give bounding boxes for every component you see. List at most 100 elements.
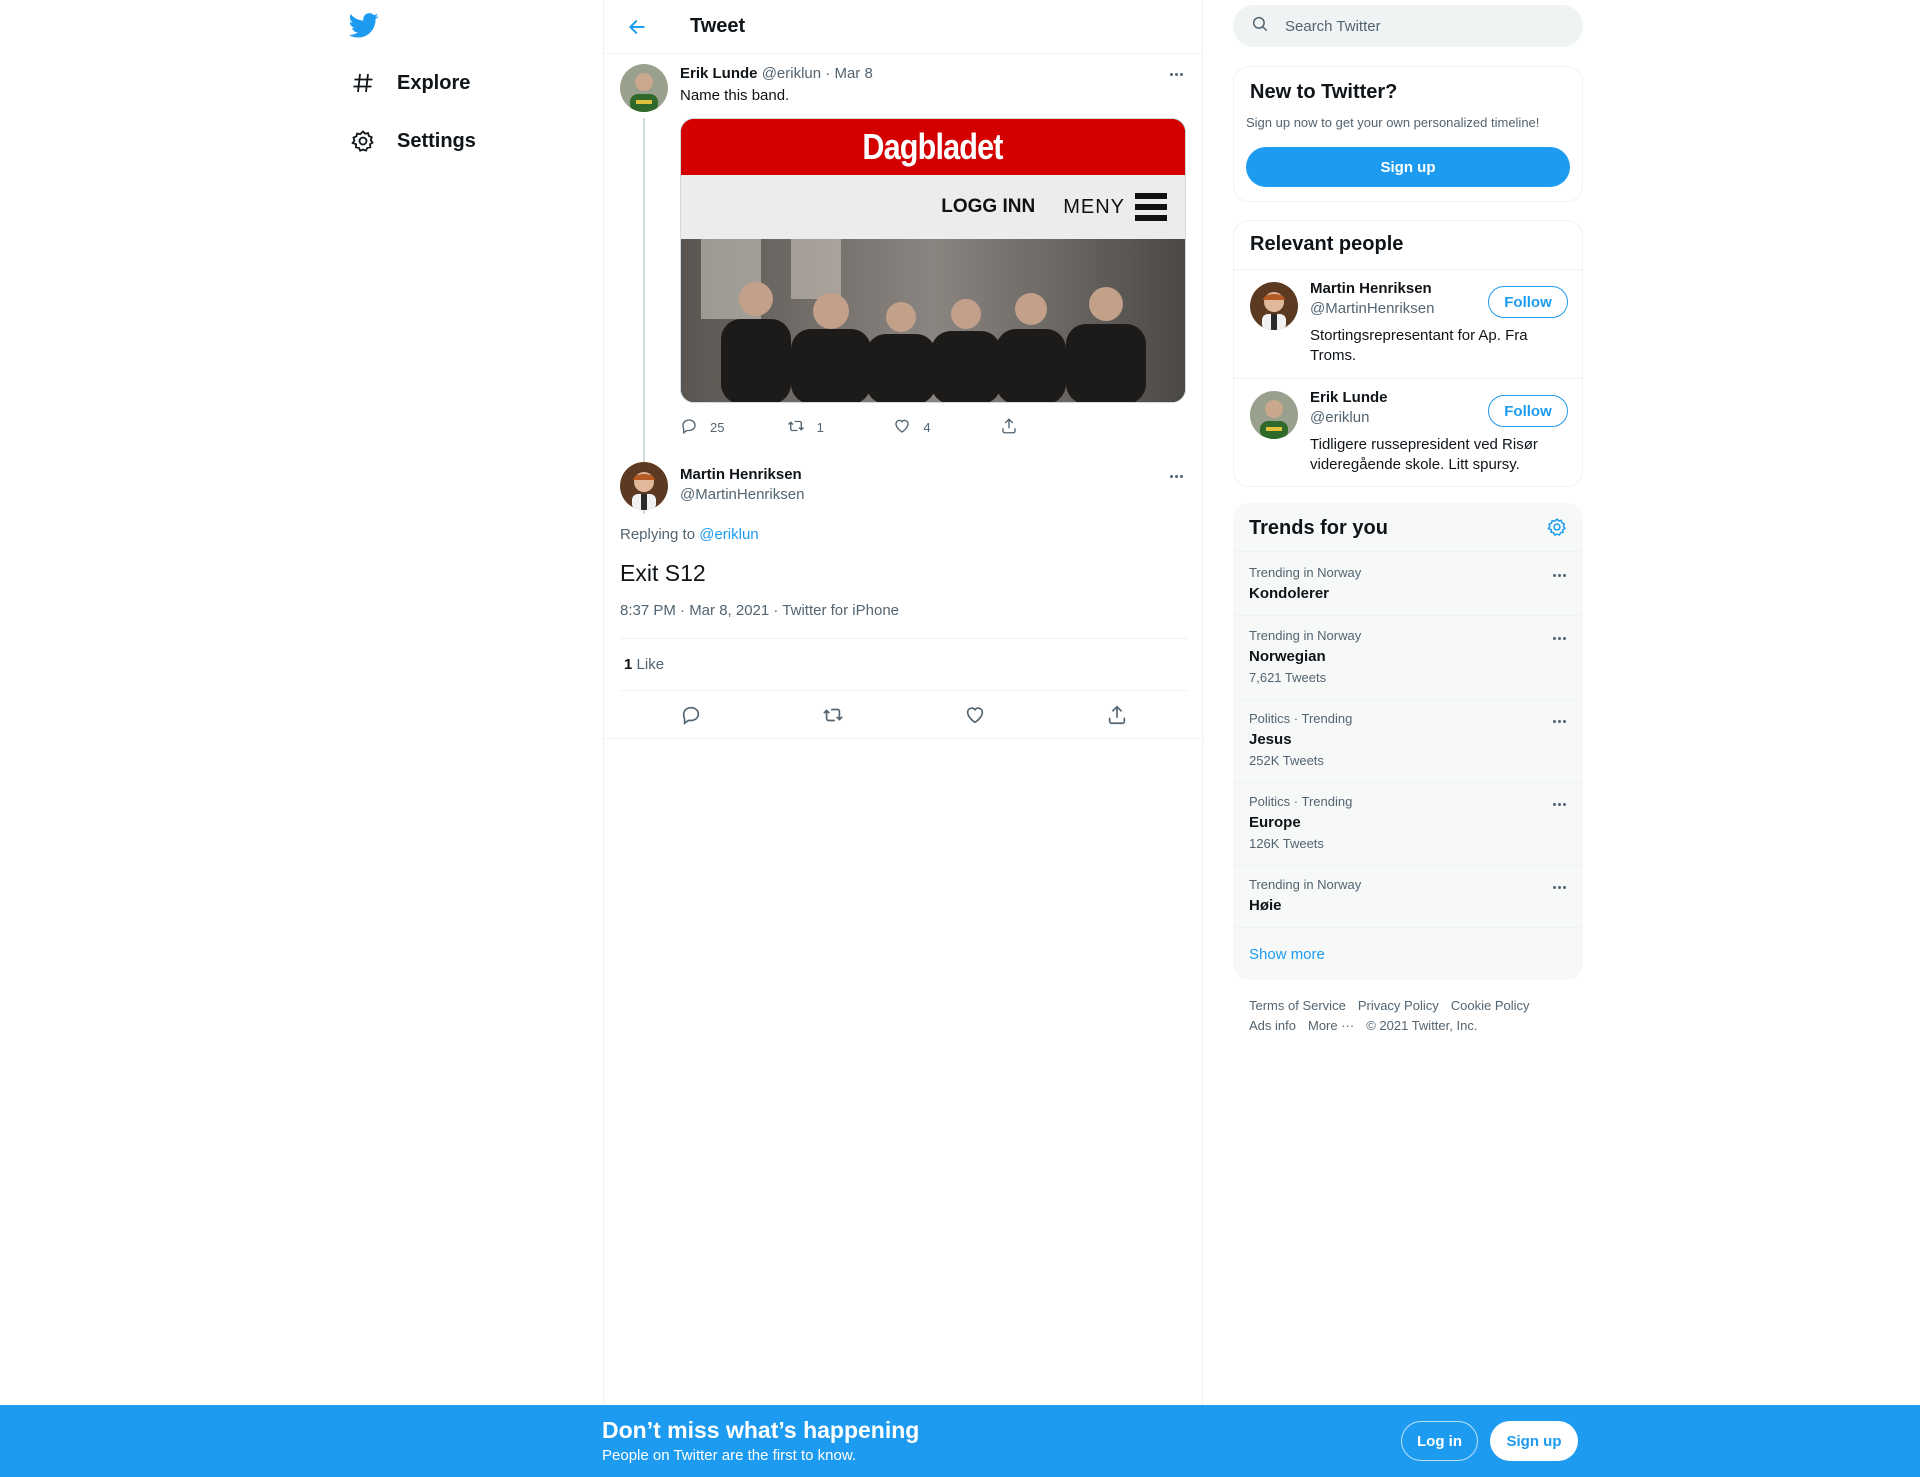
sign-up-button[interactable]: Sign up <box>1246 147 1570 187</box>
tweet-date[interactable]: Mar 8 <box>834 65 872 82</box>
divider <box>1234 269 1582 270</box>
follow-button[interactable]: Follow <box>1488 286 1568 318</box>
follow-button[interactable]: Follow <box>1488 395 1568 427</box>
avatar[interactable] <box>620 462 668 510</box>
trend-name: Jesus <box>1249 731 1292 748</box>
log-in-button[interactable]: Log in <box>1401 1421 1478 1461</box>
heart-icon[interactable] <box>964 704 986 731</box>
tweet-media-image[interactable]: Dagbladet LOGG INN MENY <box>680 118 1186 403</box>
trend-item[interactable]: Trending in Norway Norwegian 7,621 Tweet… <box>1233 616 1583 699</box>
more-options-icon[interactable] <box>1547 711 1571 731</box>
more-options-icon[interactable] <box>1164 466 1188 486</box>
tweet-timestamp[interactable]: 8:37 PM · Mar 8, 2021 · Twitter for iPho… <box>620 602 899 619</box>
author-name[interactable]: Erik Lunde <box>680 65 758 82</box>
trend-count: 7,621 Tweets <box>1249 670 1327 685</box>
hashtag-icon <box>349 69 377 97</box>
card-title: New to Twitter? <box>1250 81 1398 103</box>
nav-item-explore[interactable]: Explore <box>349 61 470 105</box>
footer-link[interactable]: Ads info <box>1249 1018 1296 1033</box>
nav-label-explore: Explore <box>397 71 471 94</box>
more-options-icon[interactable] <box>1547 565 1571 585</box>
search-placeholder: Search Twitter <box>1285 17 1381 35</box>
tweet-actions <box>620 704 1188 731</box>
footer-link[interactable]: Privacy Policy <box>1358 998 1439 1013</box>
card-title: Relevant people <box>1250 233 1404 255</box>
person-handle[interactable]: @MartinHenriksen <box>1310 300 1434 317</box>
person-name[interactable]: Martin Henriksen <box>1310 280 1432 297</box>
divider <box>620 638 1188 639</box>
share-icon <box>1000 417 1018 438</box>
reply-icon <box>680 417 698 438</box>
card-subtitle: Sign up now to get your own personalized… <box>1246 115 1540 130</box>
hamburger-icon <box>1135 193 1167 221</box>
gear-icon[interactable] <box>1547 517 1567 542</box>
like-stat-label: Like <box>636 656 665 673</box>
footer-link[interactable]: More ··· <box>1308 1018 1354 1033</box>
more-options-icon[interactable] <box>1547 628 1571 648</box>
trend-context: Trending in Norway <box>1249 565 1362 580</box>
more-options-icon[interactable] <box>1164 64 1188 84</box>
share-icon[interactable] <box>1106 704 1128 731</box>
focused-tweet: Martin Henriksen @MartinHenriksen Replyi… <box>620 462 1188 725</box>
reply-count: 25 <box>710 420 725 435</box>
person-handle[interactable]: @eriklun <box>1310 409 1369 426</box>
nav-item-settings[interactable]: Settings <box>349 119 476 163</box>
person-name[interactable]: Erik Lunde <box>1310 389 1388 406</box>
divider <box>620 690 1188 691</box>
trend-item[interactable]: Politics · Trending Jesus 252K Tweets <box>1233 699 1583 782</box>
search-input[interactable]: Search Twitter <box>1233 5 1583 47</box>
tweet-text: Name this band. <box>680 87 790 104</box>
nav-label-settings: Settings <box>397 129 476 152</box>
card-title: Trends for you <box>1249 517 1388 539</box>
new-to-twitter-card: New to Twitter? Sign up now to get your … <box>1233 66 1583 202</box>
author-name[interactable]: Martin Henriksen <box>680 466 802 483</box>
more-options-icon[interactable] <box>1547 877 1571 897</box>
thread-line <box>643 118 645 514</box>
heart-icon <box>893 417 911 438</box>
footer-link[interactable]: Cookie Policy <box>1451 998 1530 1013</box>
back-arrow-icon[interactable] <box>620 10 654 44</box>
author-handle[interactable]: @MartinHenriksen <box>680 486 804 503</box>
retweet-icon[interactable] <box>822 704 844 731</box>
page-header: Tweet <box>604 0 1202 54</box>
gear-icon <box>349 127 377 155</box>
twitter-bird-icon[interactable] <box>348 10 381 42</box>
main-column: Tweet Erik Lunde @eriklun · Mar 8 Name t… <box>603 0 1204 1477</box>
masthead-text: Dagbladet <box>862 126 1004 167</box>
like-stats[interactable]: 1 Like <box>624 656 664 673</box>
trend-context: Politics · Trending <box>1249 794 1353 809</box>
retweet-button[interactable]: 1 <box>787 417 887 438</box>
more-options-icon[interactable] <box>1547 794 1571 814</box>
author-handle[interactable]: @eriklun <box>762 65 821 82</box>
like-button[interactable]: 4 <box>893 417 993 438</box>
trend-item[interactable]: Trending in Norway Høie <box>1233 865 1583 927</box>
like-stat-count: 1 <box>624 656 633 673</box>
banner-subtitle: People on Twitter are the first to know. <box>602 1447 857 1464</box>
footer-link[interactable]: Terms of Service <box>1249 998 1346 1013</box>
trend-context: Trending in Norway <box>1249 628 1362 643</box>
trend-name: Norwegian <box>1249 648 1326 665</box>
replying-to-link[interactable]: @eriklun <box>699 526 758 543</box>
reply-icon[interactable] <box>680 704 702 731</box>
trend-context: Trending in Norway <box>1249 877 1362 892</box>
retweet-count: 1 <box>816 420 824 435</box>
divider <box>1233 927 1583 928</box>
search-icon <box>1251 15 1269 38</box>
avatar[interactable] <box>1250 282 1298 330</box>
parent-tweet[interactable]: Erik Lunde @eriklun · Mar 8 Name this ba… <box>620 64 1188 514</box>
avatar[interactable] <box>1250 391 1298 439</box>
trends-card: Trends for you Trending in Norway Kondol… <box>1233 503 1583 980</box>
trend-item[interactable]: Politics · Trending Europe 126K Tweets <box>1233 782 1583 865</box>
tweet-text: Exit S12 <box>620 560 706 586</box>
divider <box>1233 551 1583 552</box>
trend-item[interactable]: Trending in Norway Kondolerer <box>1233 553 1583 615</box>
replying-prefix: Replying to <box>620 526 696 543</box>
avatar[interactable] <box>620 64 668 112</box>
show-more-link[interactable]: Show more <box>1249 946 1325 963</box>
share-button[interactable] <box>1000 417 1100 438</box>
newspaper-menu-bar: LOGG INN MENY <box>681 175 1185 239</box>
trend-context: Politics · Trending <box>1249 711 1353 726</box>
sign-up-button[interactable]: Sign up <box>1490 1421 1578 1461</box>
reply-button[interactable]: 25 <box>680 417 780 438</box>
person-bio: Stortingsrepresentant for Ap. Fra Troms. <box>1310 327 1528 364</box>
